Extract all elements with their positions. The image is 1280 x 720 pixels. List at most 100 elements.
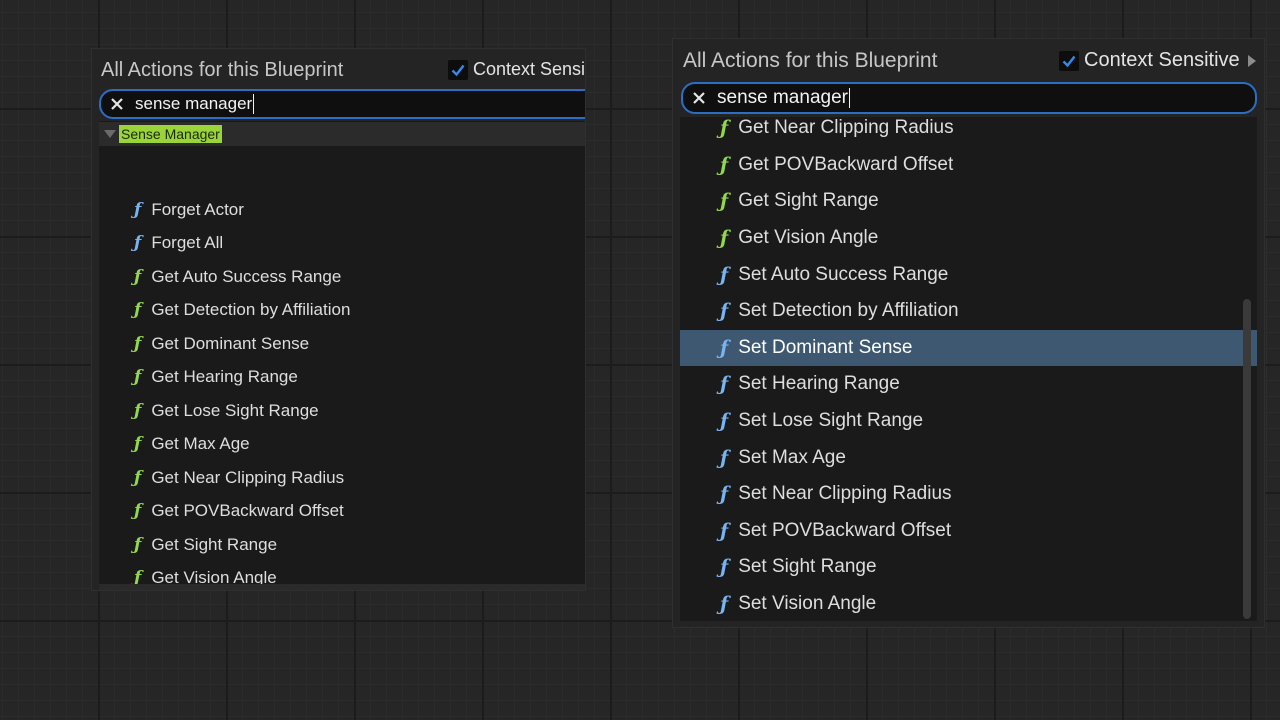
context-sensitive-toggle[interactable]: Context Sensit bbox=[448, 59, 586, 80]
function-icon: ƒ bbox=[134, 367, 142, 388]
action-list-item[interactable]: ƒ Get Vision Angle bbox=[680, 220, 1257, 257]
action-label: Set Detection by Affiliation bbox=[738, 300, 959, 322]
function-icon: ƒ bbox=[720, 263, 729, 286]
action-list-item[interactable]: ƒ Set Near Clipping Radius bbox=[680, 476, 1257, 513]
function-icon: ƒ bbox=[720, 446, 729, 469]
action-label: Set Dominant Sense bbox=[738, 336, 913, 358]
action-label: Get Auto Success Range bbox=[151, 266, 342, 286]
function-icon: ƒ bbox=[134, 266, 142, 287]
clear-search-icon[interactable] bbox=[109, 96, 125, 112]
search-box[interactable]: sense manager bbox=[681, 82, 1257, 114]
function-icon: ƒ bbox=[720, 190, 729, 213]
context-sensitive-checkbox[interactable] bbox=[448, 59, 468, 80]
checkmark-icon bbox=[1062, 55, 1076, 67]
action-list-item[interactable]: ƒ Set Sight Range bbox=[680, 549, 1257, 586]
action-list-item[interactable]: ƒ Get POVBackward Offset bbox=[680, 147, 1257, 184]
scrollbar-thumb[interactable] bbox=[1243, 299, 1251, 619]
function-icon: ƒ bbox=[134, 199, 142, 220]
action-list-item[interactable]: ƒ Get Max Age bbox=[99, 428, 585, 462]
expand-triangle-icon[interactable] bbox=[104, 130, 116, 138]
function-icon: ƒ bbox=[720, 410, 729, 433]
function-icon: ƒ bbox=[720, 227, 729, 250]
action-label: Forget All bbox=[151, 233, 224, 253]
action-label: Get POVBackward Offset bbox=[738, 153, 954, 175]
action-list-item[interactable]: ƒ Forget All bbox=[99, 227, 585, 261]
action-label: Get Detection by Affiliation bbox=[151, 300, 351, 320]
action-label: Get Vision Angle bbox=[151, 568, 277, 584]
function-icon: ƒ bbox=[134, 400, 142, 421]
function-icon: ƒ bbox=[134, 333, 142, 354]
action-list-item[interactable]: ƒ Get Lose Sight Range bbox=[99, 394, 585, 428]
action-label: Set Near Clipping Radius bbox=[738, 483, 952, 505]
context-sensitive-label: Context Sensit bbox=[473, 59, 586, 79]
action-label: Set Vision Angle bbox=[738, 593, 877, 615]
function-icon: ƒ bbox=[720, 153, 729, 176]
action-list: ƒ Get Near Clipping Radius ƒ Get POVBackwar… bbox=[680, 117, 1257, 621]
chevron-right-icon[interactable] bbox=[1247, 54, 1256, 67]
function-icon: ƒ bbox=[720, 556, 729, 579]
action-menu-right: All Actions for this Blueprint Context S… bbox=[672, 38, 1265, 628]
action-label: Get Sight Range bbox=[151, 534, 278, 554]
action-list-item[interactable]: ƒ Get POVBackward Offset bbox=[99, 495, 585, 529]
function-icon: ƒ bbox=[134, 233, 142, 254]
function-icon: ƒ bbox=[720, 336, 729, 359]
function-icon: ƒ bbox=[720, 593, 729, 616]
action-label: Forget Actor bbox=[151, 199, 244, 219]
action-label: Get Vision Angle bbox=[738, 227, 879, 249]
action-label: Set Auto Success Range bbox=[738, 263, 949, 285]
action-list-item[interactable]: ƒ Set Auto Success Range bbox=[680, 256, 1257, 293]
function-icon: ƒ bbox=[134, 534, 142, 555]
category-header[interactable]: Sense Manager bbox=[99, 122, 585, 146]
category-label: Sense Manager bbox=[119, 125, 222, 143]
search-box[interactable]: sense manager bbox=[99, 89, 585, 119]
search-input[interactable]: sense manager bbox=[135, 93, 255, 115]
function-icon: ƒ bbox=[720, 373, 729, 396]
action-list-item[interactable]: ƒ Set POVBackward Offset bbox=[680, 513, 1257, 550]
menu-title: All Actions for this Blueprint bbox=[683, 49, 938, 72]
action-label: Set Sight Range bbox=[738, 556, 877, 578]
function-icon: ƒ bbox=[720, 300, 729, 323]
function-icon: ƒ bbox=[134, 501, 142, 522]
action-list-item[interactable]: ƒ Get Detection by Affiliation bbox=[99, 294, 585, 328]
action-list-item[interactable]: ƒ Get Near Clipping Radius bbox=[99, 461, 585, 495]
function-icon: ƒ bbox=[720, 519, 729, 542]
context-sensitive-toggle[interactable]: Context Sensitive bbox=[1059, 49, 1256, 72]
action-list-item[interactable]: ƒ Forget Actor bbox=[99, 193, 585, 227]
function-icon: ƒ bbox=[134, 300, 142, 321]
action-label: Get Lose Sight Range bbox=[151, 400, 319, 420]
search-input-value: sense manager bbox=[717, 87, 848, 108]
action-list-item[interactable]: ƒ Get Auto Success Range bbox=[99, 260, 585, 294]
action-list: Sense Manager ƒ Forget Actor ƒ Forget All ƒ G… bbox=[99, 121, 585, 584]
action-list-item[interactable]: ƒ Set Max Age bbox=[680, 439, 1257, 476]
action-list-item[interactable]: ƒ Set Dominant Sense bbox=[680, 329, 1257, 367]
menu-title: All Actions for this Blueprint bbox=[101, 59, 344, 81]
action-list-item[interactable]: ƒ Set Lose Sight Range bbox=[680, 403, 1257, 440]
clear-search-icon[interactable] bbox=[691, 90, 707, 106]
action-label: Get Dominant Sense bbox=[151, 333, 310, 353]
action-label: Set Hearing Range bbox=[738, 373, 900, 395]
action-label: Set POVBackward Offset bbox=[738, 519, 952, 541]
action-label: Set Lose Sight Range bbox=[738, 410, 924, 432]
action-label: Get Hearing Range bbox=[151, 367, 298, 387]
action-list-item[interactable]: ƒ Get Hearing Range bbox=[99, 361, 585, 395]
action-list-item[interactable]: ƒ Set Hearing Range bbox=[680, 366, 1257, 403]
menu-header: All Actions for this Blueprint Context S… bbox=[673, 39, 1264, 79]
function-icon: ƒ bbox=[720, 117, 729, 140]
action-label: Get Near Clipping Radius bbox=[151, 467, 345, 487]
action-list-item[interactable]: ƒ Set Detection by Affiliation bbox=[680, 293, 1257, 330]
action-label: Set Max Age bbox=[738, 446, 846, 468]
action-list-item[interactable]: ƒ Get Sight Range bbox=[680, 183, 1257, 220]
action-label: Get POVBackward Offset bbox=[151, 501, 344, 521]
context-sensitive-checkbox[interactable] bbox=[1059, 50, 1079, 71]
function-icon: ƒ bbox=[720, 483, 729, 506]
action-list-item[interactable]: ƒ Get Sight Range bbox=[99, 528, 585, 562]
action-list-item[interactable]: ƒ Get Vision Angle bbox=[99, 562, 585, 584]
action-menu-left: All Actions for this Blueprint Context S… bbox=[91, 48, 586, 591]
text-caret bbox=[253, 94, 255, 115]
action-list-item[interactable]: ƒ Get Dominant Sense bbox=[99, 327, 585, 361]
search-input[interactable]: sense manager bbox=[717, 87, 850, 109]
function-icon: ƒ bbox=[134, 467, 142, 488]
action-list-item[interactable]: ƒ Set Vision Angle bbox=[680, 586, 1257, 621]
action-list-item[interactable]: ƒ Get Near Clipping Radius bbox=[680, 117, 1257, 147]
search-input-value: sense manager bbox=[135, 93, 253, 113]
